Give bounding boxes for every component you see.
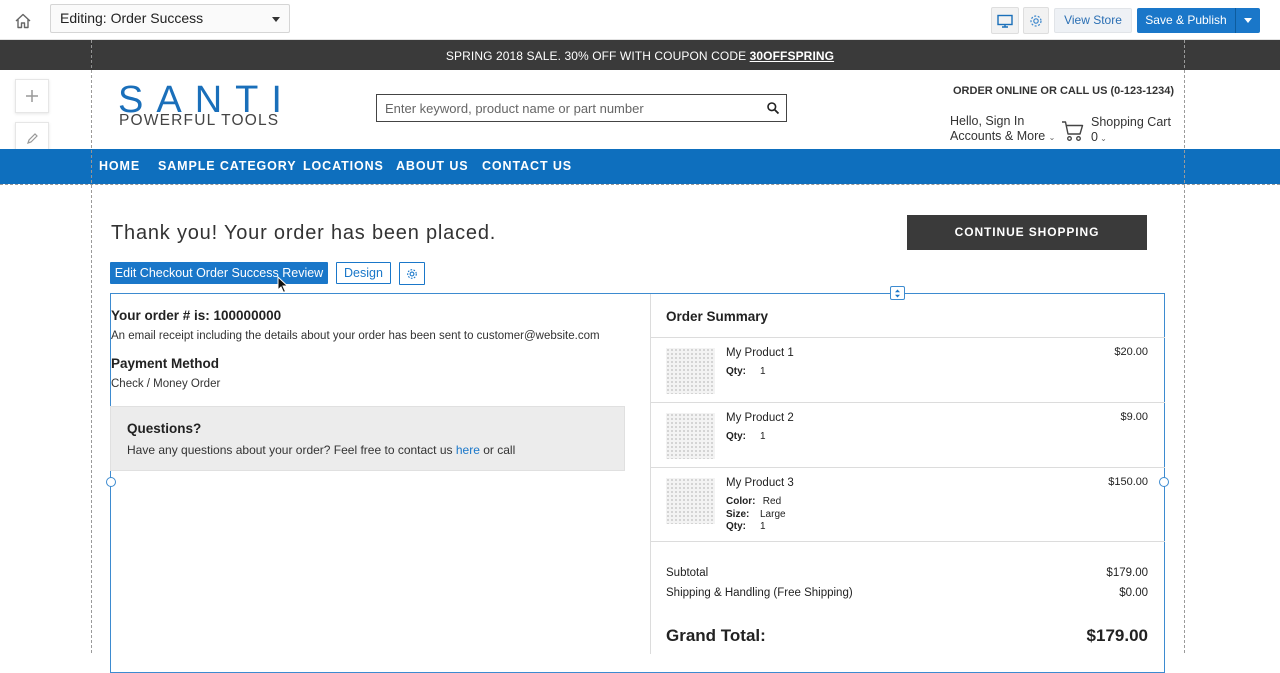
settings-button[interactable] [1023, 7, 1049, 34]
product-qty: Qty: 1 [726, 521, 766, 532]
grand-total-row: Grand Total: $179.00 [666, 626, 1148, 646]
product-size: Size: Large [726, 509, 786, 520]
cart-count: 0 [1091, 130, 1098, 144]
product-qty: Qty: 1 [726, 366, 766, 377]
product-qty: Qty: 1 [726, 431, 766, 442]
shopping-cart[interactable]: Shopping Cart 0 ⌄ [1091, 115, 1171, 146]
pencil-icon [27, 133, 38, 144]
gear-icon [407, 268, 417, 279]
block-settings-button[interactable] [399, 262, 425, 285]
save-publish-button[interactable]: Save & Publish [1137, 8, 1235, 33]
resize-handle-left[interactable] [106, 477, 116, 487]
chevron-down-icon [272, 17, 280, 22]
main-nav: HOME SAMPLE CATEGORY LOCATIONS ABOUT US … [0, 149, 1280, 184]
questions-text: Have any questions about your order? Fee… [127, 443, 516, 457]
grand-total-label: Grand Total: [666, 626, 766, 645]
nav-about-us[interactable]: ABOUT US [396, 159, 468, 173]
product-name[interactable]: My Product 3 [726, 477, 794, 489]
view-store-button[interactable]: View Store [1054, 8, 1132, 33]
list-item: My Product 1 $20.00 Qty: 1 [651, 337, 1165, 402]
list-item: My Product 3 $150.00 Color: Red Size: Lar… [651, 467, 1165, 542]
home-icon[interactable] [12, 10, 34, 32]
shipping-label: Shipping & Handling (Free Shipping) [666, 587, 853, 599]
email-receipt-note: An email receipt including the details a… [111, 330, 600, 342]
order-summary-title: Order Summary [666, 309, 769, 324]
subtotal-value: $179.00 [1106, 567, 1148, 579]
design-button[interactable]: Design [336, 262, 391, 284]
product-price: $20.00 [1114, 346, 1148, 358]
continue-shopping-button[interactable]: CONTINUE SHOPPING [907, 215, 1147, 250]
gear-icon [1030, 14, 1042, 27]
add-block-button[interactable] [15, 79, 49, 113]
sign-in-text: Hello, Sign In [950, 114, 1025, 128]
accounts-more-text: Accounts & More [950, 129, 1046, 143]
logo-tagline: POWERFUL TOOLS [119, 112, 280, 129]
promo-text: SPRING 2018 SALE. 30% OFF WITH COUPON CO… [445, 49, 750, 63]
product-image [666, 413, 715, 459]
questions-panel: Questions? Have any questions about your… [110, 406, 625, 471]
editor-toolbar: Editing: Order Success View Store Save &… [0, 0, 1280, 40]
product-image [666, 478, 715, 524]
payment-method-heading: Payment Method [111, 356, 220, 371]
order-number: Your order # is: 100000000 [111, 308, 282, 323]
nav-contact-us[interactable]: CONTACT US [482, 159, 572, 173]
chevron-down-icon: ⌄ [1048, 133, 1056, 142]
cart-icon[interactable] [1061, 119, 1085, 143]
nav-locations[interactable]: LOCATIONS [303, 159, 384, 173]
account-menu[interactable]: Hello, Sign In Accounts & More ⌄ [950, 114, 1055, 145]
search-input[interactable] [377, 95, 747, 121]
promo-code[interactable]: 30OFFSPRING [750, 49, 834, 63]
page-select[interactable]: Editing: Order Success [50, 4, 290, 33]
product-price: $9.00 [1120, 411, 1148, 423]
guide-line-header-bottom [0, 184, 1280, 185]
grand-total-value: $179.00 [1086, 626, 1148, 645]
product-color: Color: Red [726, 496, 782, 507]
chevron-down-icon: ⌄ [1097, 134, 1107, 143]
guide-line-right [1184, 40, 1185, 653]
shipping-value: $0.00 [1119, 587, 1148, 599]
guide-line-left [91, 40, 92, 653]
contact-link[interactable]: here [456, 443, 480, 457]
plus-icon [26, 90, 38, 102]
search-box [376, 94, 787, 122]
order-summary: Order Summary My Product 1 $20.00 Qty: 1 … [650, 294, 1165, 654]
list-item: My Product 2 $9.00 Qty: 1 [651, 402, 1165, 467]
nav-home[interactable]: HOME [99, 159, 140, 173]
nav-sample-category[interactable]: SAMPLE CATEGORY [158, 159, 297, 173]
product-image [666, 348, 715, 394]
product-name[interactable]: My Product 2 [726, 412, 794, 424]
edit-block-button[interactable]: Edit Checkout Order Success Review [110, 262, 328, 284]
product-price: $150.00 [1108, 476, 1148, 488]
mouse-cursor-icon [277, 276, 289, 294]
call-us-text: ORDER ONLINE OR CALL US (0-123-1234) [953, 85, 1175, 97]
cart-label: Shopping Cart [1091, 115, 1171, 129]
questions-heading: Questions? [127, 421, 202, 436]
search-icon[interactable] [766, 101, 780, 115]
page-title: Thank you! Your order has been placed. [111, 222, 497, 244]
publish-options-dropdown[interactable] [1235, 8, 1260, 33]
subtotal-row: Subtotal $179.00 [666, 567, 1148, 579]
desktop-icon [997, 14, 1013, 28]
desktop-view-button[interactable] [991, 7, 1019, 34]
payment-method-value: Check / Money Order [111, 378, 221, 390]
promo-banner: SPRING 2018 SALE. 30% OFF WITH COUPON CO… [0, 40, 1280, 70]
shipping-row: Shipping & Handling (Free Shipping) $0.0… [666, 587, 1148, 599]
page-select-value: Editing: Order Success [60, 10, 204, 26]
product-name[interactable]: My Product 1 [726, 347, 794, 359]
subtotal-label: Subtotal [666, 567, 709, 579]
